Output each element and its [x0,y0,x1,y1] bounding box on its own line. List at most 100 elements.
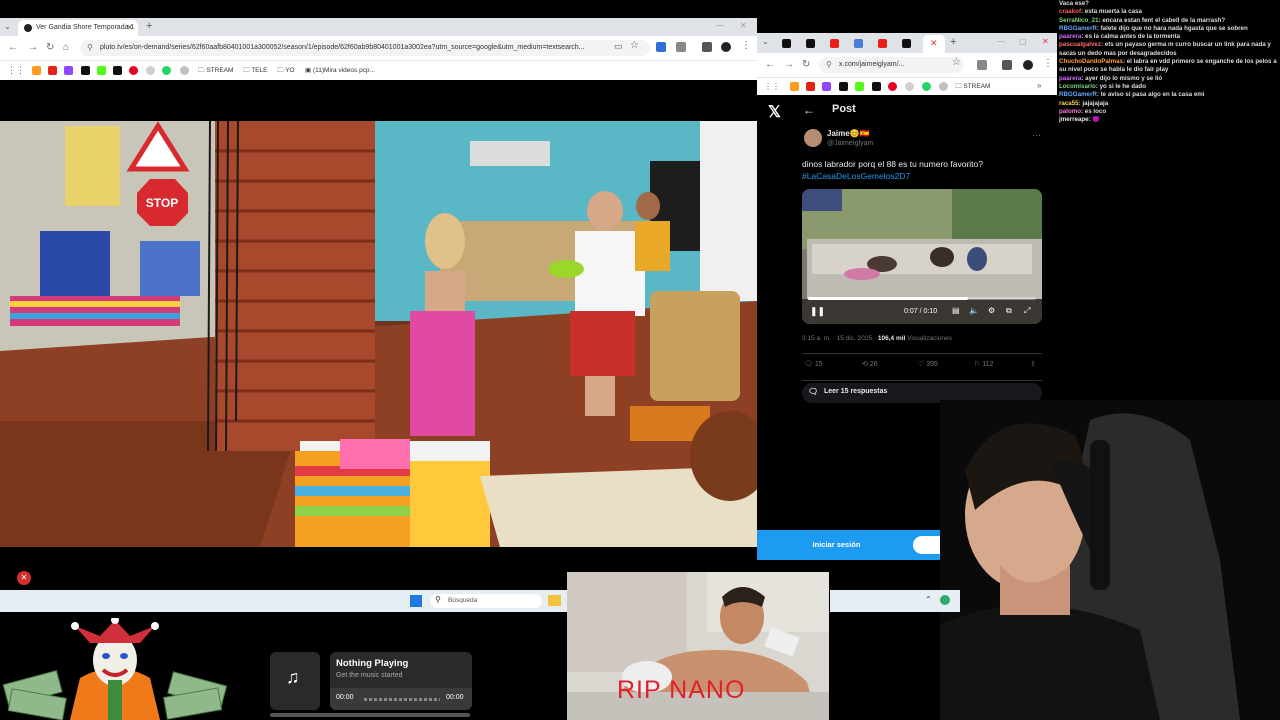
back-icon-right[interactable]: ← [765,59,775,70]
back-icon[interactable]: ← [8,42,18,53]
close-window-icon-right[interactable]: ✕ [1042,37,1049,46]
settings-icon[interactable]: ⚙ [988,306,995,315]
cast-icon[interactable]: ▭ [614,41,623,52]
file-explorer-icon[interactable] [548,595,561,606]
author-handle[interactable]: @JaimeIglyam [827,140,873,147]
puzzle-icon[interactable] [676,42,686,52]
openai-icon-right[interactable] [939,82,948,91]
pinterest-icon[interactable] [129,66,138,75]
pip-icon[interactable]: ⧉ [1006,306,1012,316]
twitch-icon-right[interactable] [822,82,831,91]
like-button[interactable]: ♡ 395 [918,360,938,368]
minimize-icon[interactable]: — [716,21,724,30]
apps-icon-right[interactable]: ⋮⋮ [764,82,780,91]
tab-image-icon[interactable] [854,39,863,48]
volume-icon[interactable]: 🔈 [969,306,979,315]
site-info-icon-right[interactable]: ⚲ [826,60,832,69]
reply-button[interactable]: 🗨 15 [804,360,823,368]
tab-list-icon[interactable]: ⌄ [4,22,11,31]
new-tab-button-right[interactable]: + [950,36,956,48]
tray-app-icon[interactable] [940,595,950,605]
tweet-timestamp[interactable]: 3:15 a. m. · 15 dic. 2025 · [802,335,876,342]
chat-username[interactable]: RBGGamerR [1059,25,1097,32]
music-scrubber[interactable] [364,698,440,701]
menu-icon[interactable]: ⋮ [741,40,751,51]
kick-icon[interactable] [97,66,106,75]
bookmark-folder-tele[interactable]: 🗀 TELE [243,66,267,77]
video-frame[interactable]: STOP [0,121,757,547]
share-icon[interactable]: ⇪ [1030,360,1036,368]
tab-x-active[interactable]: ✕ [923,35,945,53]
chat-username[interactable]: RBGGamerR [1059,91,1097,98]
chat-username[interactable]: jmerreape [1059,116,1089,123]
site-info-icon[interactable]: ⚲ [87,43,93,52]
menu-icon-right[interactable]: ⋮ [1043,58,1053,69]
muted-speaker-icon[interactable]: ✕ [17,571,31,585]
tab-tiktok-icon-2[interactable] [806,39,815,48]
address-bar-right[interactable]: ⚲ x.com/jaimeiglyam/... [819,57,964,73]
close-window-icon[interactable]: ✕ [740,21,747,30]
media-icon[interactable] [702,42,712,52]
tab-list-icon-right[interactable]: ⌄ [762,37,769,46]
twitch-icon[interactable] [64,66,73,75]
forward-icon[interactable]: → [28,42,38,53]
more-bookmarks-icon[interactable]: » [1037,81,1041,90]
more-options-icon[interactable]: ⋯ [1032,130,1041,141]
tiktok-icon-right-2[interactable] [872,82,881,91]
home-icon[interactable]: ⌂ [63,42,69,53]
address-bar[interactable]: ⚲ pluto.tv/es/on-demand/series/62f60aafb… [80,40,650,56]
minimize-icon-right[interactable]: — [997,37,1005,46]
x-logo-icon[interactable]: 𝕏 [768,102,781,122]
media-icon-right[interactable] [1002,60,1012,70]
tiktok-icon-2[interactable] [113,66,122,75]
maximize-icon-right[interactable]: ▢ [1019,37,1027,46]
tab-tiktok-icon[interactable] [782,39,791,48]
globe-icon[interactable] [146,66,155,75]
captions-icon[interactable]: ▤ [952,306,960,315]
youtube-icon[interactable] [48,66,57,75]
whatsapp-icon-right[interactable] [922,82,931,91]
tweet-hashtag[interactable]: #LaCasaDeLosGemelos2D7 [802,171,910,181]
tweet-video[interactable]: ❚❚ 0:07 / 0:10 ▤ 🔈 ⚙ ⧉ ⤢ [802,189,1042,324]
whatsapp-icon[interactable] [162,66,171,75]
avatar-icon-right[interactable] [1023,60,1033,70]
puzzle-icon-right[interactable] [977,60,987,70]
author-name[interactable]: Jaime😊🇪🇸 [827,129,870,138]
chat-username[interactable]: SerraNico_21 [1059,17,1099,24]
openai-icon[interactable] [180,66,189,75]
retweet-button[interactable]: ⟲ 26 [862,360,878,368]
apps-icon[interactable]: ⋮⋮ [7,65,25,76]
chat-username[interactable]: ChuchoDandoPalmas [1059,58,1123,65]
fullscreen-icon[interactable]: ⤢ [1024,306,1030,316]
taskbar-search[interactable]: ⚲ Búsqueda [430,594,542,608]
chat-username[interactable]: palomo [1059,108,1081,115]
avatar-icon[interactable] [721,42,731,52]
chat-username[interactable]: raca55 [1059,100,1079,107]
pause-icon[interactable]: ❚❚ [810,306,825,317]
bookmark-folder-stream-right[interactable]: 🗀 STREAM [955,82,990,93]
bookmark-icon[interactable] [32,66,41,75]
tab-youtube-icon-2[interactable] [878,39,887,48]
tiktok-icon-right[interactable] [839,82,848,91]
windows-start-icon[interactable] [410,595,422,607]
star-icon[interactable]: ☆ [630,40,639,51]
new-tab-button[interactable]: + [146,20,152,32]
chat-username[interactable]: paarera [1059,75,1081,82]
bookmark-button[interactable]: ⚐ 112 [974,360,993,368]
kick-icon-right[interactable] [855,82,864,91]
tab-active[interactable]: Ver Gandia Shore Temporada 1 ✕ [18,20,138,36]
bookmark-folder-stream[interactable]: 🗀 STREAM [198,66,233,77]
chat-username[interactable]: craakof [1059,8,1081,15]
bookmark-tiktok-videos[interactable]: ▣ (11)Mira videos pcp... [305,66,375,74]
chat-username[interactable]: pascualgalvez [1059,41,1101,48]
close-tab-icon[interactable]: ✕ [126,23,133,32]
tab-youtube-icon[interactable] [830,39,839,48]
tray-chevron-icon[interactable]: ⌃ [925,595,932,604]
reload-icon-right[interactable]: ↻ [802,59,810,70]
forward-icon-right[interactable]: → [784,59,794,70]
back-arrow-icon[interactable]: ← [803,103,815,117]
youtube-icon-right[interactable] [806,82,815,91]
bookmark-icon-right[interactable] [790,82,799,91]
bookmark-folder-yo[interactable]: 🗀 YO [277,66,295,77]
chat-username[interactable]: paarera [1059,33,1081,40]
